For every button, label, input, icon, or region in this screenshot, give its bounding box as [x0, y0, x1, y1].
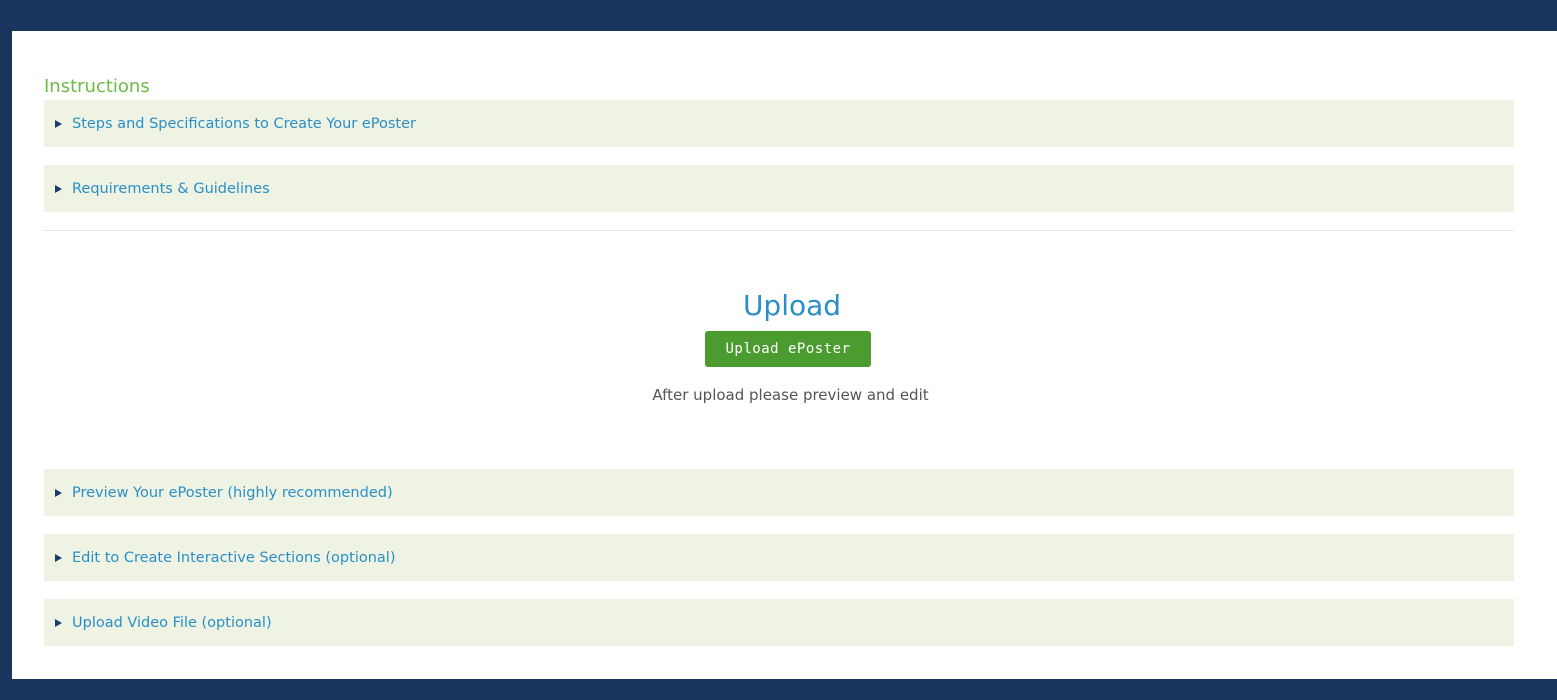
caret-right-icon — [55, 119, 62, 128]
section-divider — [44, 230, 1514, 231]
accordion-upload-video-file[interactable]: Upload Video File (optional) — [44, 599, 1514, 646]
accordion-edit-interactive-sections[interactable]: Edit to Create Interactive Sections (opt… — [44, 534, 1514, 581]
upload-hint-text: After upload please preview and edit — [652, 386, 929, 404]
accordion-label: Preview Your ePoster (highly recommended… — [72, 484, 393, 501]
upload-title: Upload — [742, 289, 842, 322]
accordion-label: Upload Video File (optional) — [72, 614, 272, 631]
caret-right-icon — [55, 553, 62, 562]
upload-eposter-button[interactable]: Upload ePoster — [705, 331, 871, 367]
accordion-label: Steps and Specifications to Create Your … — [72, 115, 416, 132]
accordion-steps-specifications[interactable]: Steps and Specifications to Create Your … — [44, 100, 1514, 147]
accordion-label: Requirements & Guidelines — [72, 180, 270, 197]
caret-right-icon — [55, 618, 62, 627]
accordion-preview-eposter[interactable]: Preview Your ePoster (highly recommended… — [44, 469, 1514, 516]
window-frame: Instructions Steps and Specifications to… — [0, 0, 1557, 700]
content-panel: Instructions Steps and Specifications to… — [12, 31, 1557, 679]
caret-right-icon — [55, 184, 62, 193]
accordion-label: Edit to Create Interactive Sections (opt… — [72, 549, 396, 566]
caret-right-icon — [55, 488, 62, 497]
accordion-requirements-guidelines[interactable]: Requirements & Guidelines — [44, 165, 1514, 212]
instructions-heading: Instructions — [44, 76, 150, 97]
